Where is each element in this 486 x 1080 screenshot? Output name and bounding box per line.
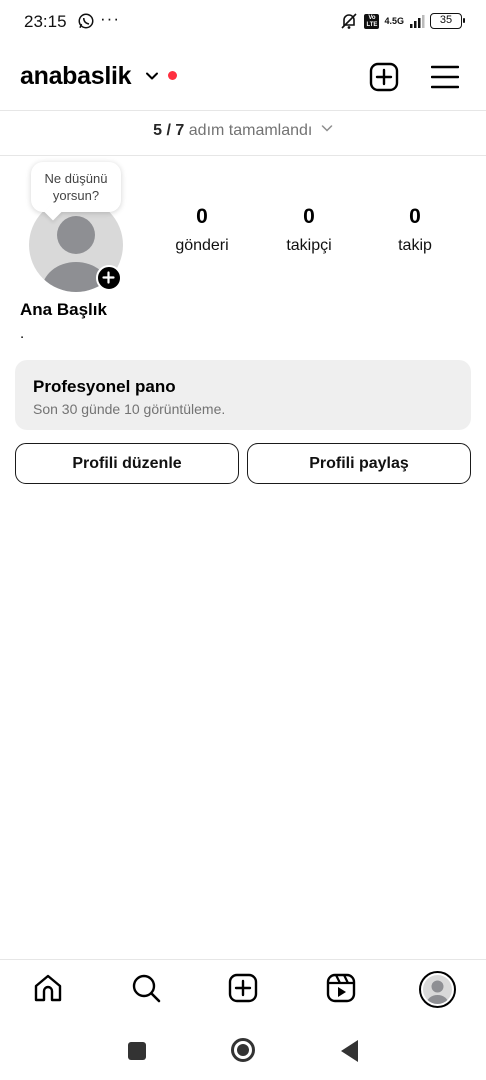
dashboard-title: Profesyonel pano <box>33 377 176 396</box>
professional-dashboard[interactable]: Profesyonel pano Son 30 günde 10 görüntü… <box>15 360 471 430</box>
status-more-dots: ··· <box>100 9 120 28</box>
edit-profile-button[interactable]: Profili düzenle <box>15 443 239 484</box>
stat-followers-label: takipçi <box>286 237 332 254</box>
profile-header: anabaslik <box>0 52 486 102</box>
setup-progress[interactable]: 5 / 7 adım tamamlandı <box>0 122 486 140</box>
bottom-nav <box>0 960 486 1020</box>
volte-icon: Vo LTE <box>364 13 380 29</box>
share-profile-button[interactable]: Profili paylaş <box>247 443 471 484</box>
reels-icon[interactable] <box>325 972 357 1004</box>
plus-icon <box>102 271 115 284</box>
notification-dot <box>168 71 177 80</box>
home-icon[interactable] <box>32 972 64 1004</box>
stat-posts-label: gönderi <box>175 237 229 254</box>
whatsapp-icon <box>78 13 94 29</box>
home-button[interactable] <box>231 1038 255 1062</box>
progress-divider <box>0 155 486 156</box>
status-bar: 23:15 ··· Vo LTE 4.5G 35 <box>0 0 486 44</box>
menu-icon[interactable] <box>431 63 459 91</box>
username-switcher[interactable]: anabaslik <box>20 62 132 91</box>
profile-tab-avatar[interactable] <box>419 971 456 1008</box>
note-bubble[interactable]: Ne düşünü yorsun? <box>31 162 121 212</box>
network-type: 4.5G <box>384 15 404 26</box>
progress-label: adım tamamlandı <box>188 122 313 139</box>
profile-tab-avatar-image <box>423 975 452 1004</box>
status-indicators: Vo LTE 4.5G 35 <box>339 10 465 32</box>
battery-icon: 35 <box>430 13 465 29</box>
search-icon[interactable] <box>130 972 162 1004</box>
signal-icon <box>410 15 425 28</box>
default-avatar-icon <box>426 980 449 1004</box>
stat-followers-value: 0 <box>303 205 315 228</box>
profile-bio: . <box>20 325 25 342</box>
chevron-down-icon[interactable] <box>145 69 159 83</box>
screen: 23:15 ··· Vo LTE 4.5G 35 anabaslik 5 / 7… <box>0 0 486 1080</box>
chevron-down-icon <box>321 125 333 132</box>
stat-posts-value: 0 <box>196 205 208 228</box>
create-icon[interactable] <box>227 972 259 1004</box>
add-story-button[interactable] <box>96 265 122 291</box>
header-divider <box>0 110 486 111</box>
profile-name: Ana Başlık <box>20 300 107 319</box>
stat-posts[interactable]: 0 gönderi <box>152 204 252 257</box>
mute-icon <box>341 13 358 29</box>
stat-following-label: takip <box>398 237 432 254</box>
dashboard-subtitle: Son 30 günde 10 görüntüleme. <box>33 401 226 417</box>
recents-button[interactable] <box>128 1042 146 1060</box>
progress-count: 5 / 7 <box>153 122 185 139</box>
stat-followers[interactable]: 0 takipçi <box>259 204 359 257</box>
status-time: 23:15 <box>24 12 67 31</box>
stat-following[interactable]: 0 takip <box>365 204 465 257</box>
add-post-icon[interactable] <box>369 62 399 92</box>
stat-following-value: 0 <box>409 205 421 228</box>
back-button[interactable] <box>341 1040 358 1062</box>
system-nav-bar <box>0 1022 486 1080</box>
